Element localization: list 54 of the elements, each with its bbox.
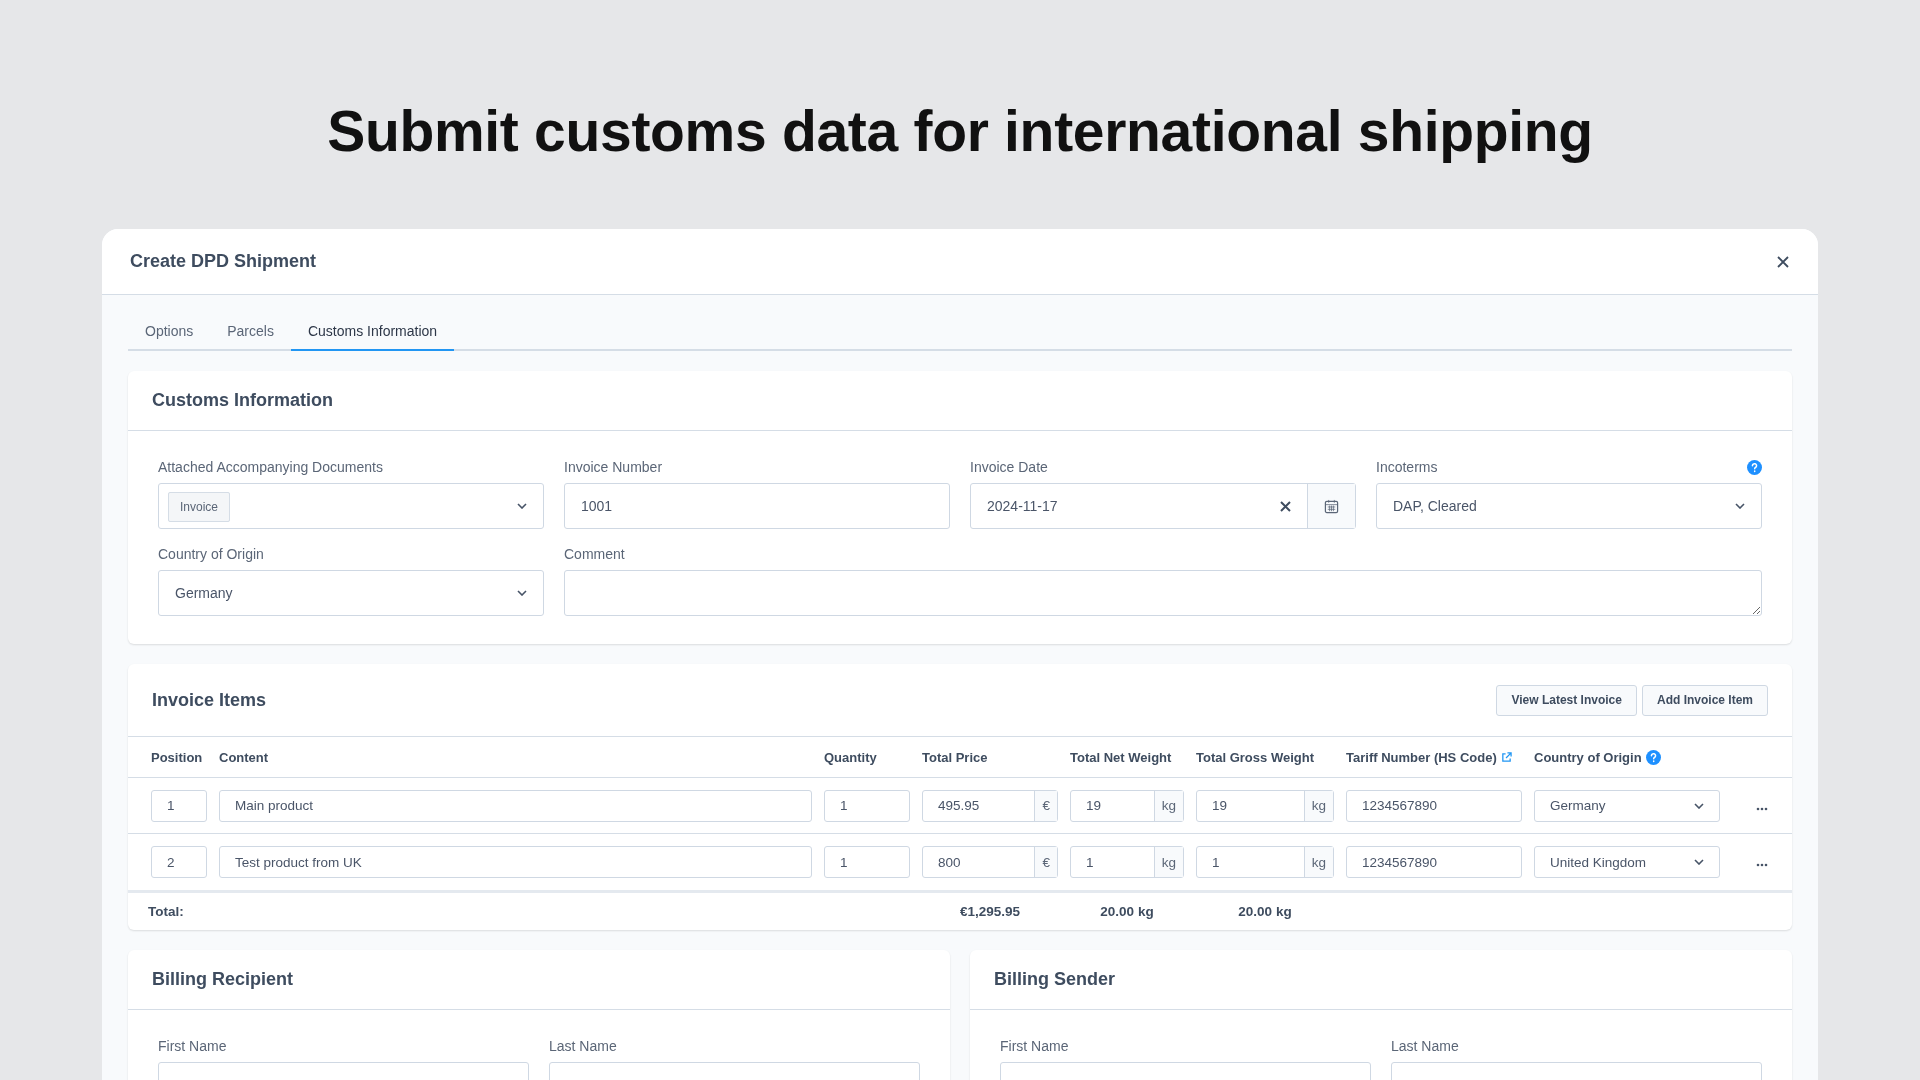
column-header: Total Gross Weight — [1196, 749, 1315, 765]
select-field[interactable]: Germany — [158, 570, 544, 616]
net-weight-field[interactable]: 19 kg — [1070, 789, 1184, 822]
price-field[interactable]: 495.95 € — [922, 789, 1058, 822]
field-label: Country of Origin — [158, 546, 264, 562]
quantity-field[interactable]: 1 — [824, 846, 910, 878]
field-label: Last Name — [549, 1038, 617, 1054]
total-price: €1,295.95 — [958, 904, 1022, 919]
card-title: Invoice Items — [152, 689, 267, 711]
card-title: Billing Sender — [994, 969, 1116, 990]
field-label: Comment — [564, 546, 625, 562]
content-field[interactable]: Main product — [219, 789, 812, 822]
price-field[interactable]: 800 € — [922, 846, 1058, 878]
tab[interactable]: Options — [128, 313, 211, 351]
tariff-field[interactable]: 1234567890 — [1346, 789, 1522, 822]
field-label: Invoice Number — [564, 459, 663, 475]
card-title: Customs Information — [152, 390, 333, 411]
modal-title: Create DPD Shipment — [130, 251, 317, 272]
gross-weight-field[interactable]: 1 kg — [1196, 846, 1334, 878]
column-header: Content — [219, 749, 270, 765]
field-label: Attached Accompanying Documents — [158, 459, 383, 475]
document-tag: Invoice — [168, 492, 231, 522]
field-label: Invoice Date — [970, 459, 1048, 475]
tab[interactable]: Parcels — [210, 313, 291, 351]
column-header: Quantity — [824, 749, 878, 765]
input-field[interactable]: 1001 — [564, 483, 950, 529]
column-header: Total Price — [922, 749, 989, 765]
column-header: Country of Origin — [1534, 749, 1720, 765]
headline: Submit customs data for international shipping — [327, 98, 1593, 164]
country-select[interactable]: Germany — [1534, 789, 1720, 822]
total-gross-weight: 20.00 kg — [1237, 904, 1293, 919]
net-weight-field[interactable]: 1 kg — [1070, 846, 1184, 878]
field-label: First Name — [158, 1038, 227, 1054]
position-field[interactable]: 1 — [151, 789, 207, 822]
document-select[interactable]: Invoice — [158, 483, 544, 529]
column-header: Total Net Weight — [1070, 749, 1173, 765]
column-header: Tariff Number (HS Code) — [1346, 749, 1522, 765]
card-title: Billing Recipient — [152, 969, 293, 990]
select-field[interactable]: DAP, Cleared — [1376, 483, 1762, 529]
content-field[interactable]: Test product from UK — [219, 846, 812, 878]
tab[interactable]: Customs Information — [290, 313, 455, 351]
country-select[interactable]: United Kingdom — [1534, 846, 1720, 878]
total-label: Total: — [148, 904, 185, 919]
gross-weight-field[interactable]: 19 kg — [1196, 789, 1334, 822]
column-header: Position — [151, 749, 204, 765]
field-label: Incoterms — [1376, 459, 1438, 475]
position-field[interactable]: 2 — [151, 846, 207, 878]
toolbar-button[interactable]: Add Invoice Item — [1641, 684, 1768, 716]
quantity-field[interactable]: 1 — [824, 789, 910, 822]
field-label: Last Name — [1391, 1038, 1459, 1054]
field-label: First Name — [1000, 1038, 1069, 1054]
total-net-weight: 20.00 kg — [1099, 904, 1155, 919]
tariff-field[interactable]: 1234567890 — [1346, 846, 1522, 878]
toolbar-button[interactable]: View Latest Invoice — [1496, 684, 1637, 716]
